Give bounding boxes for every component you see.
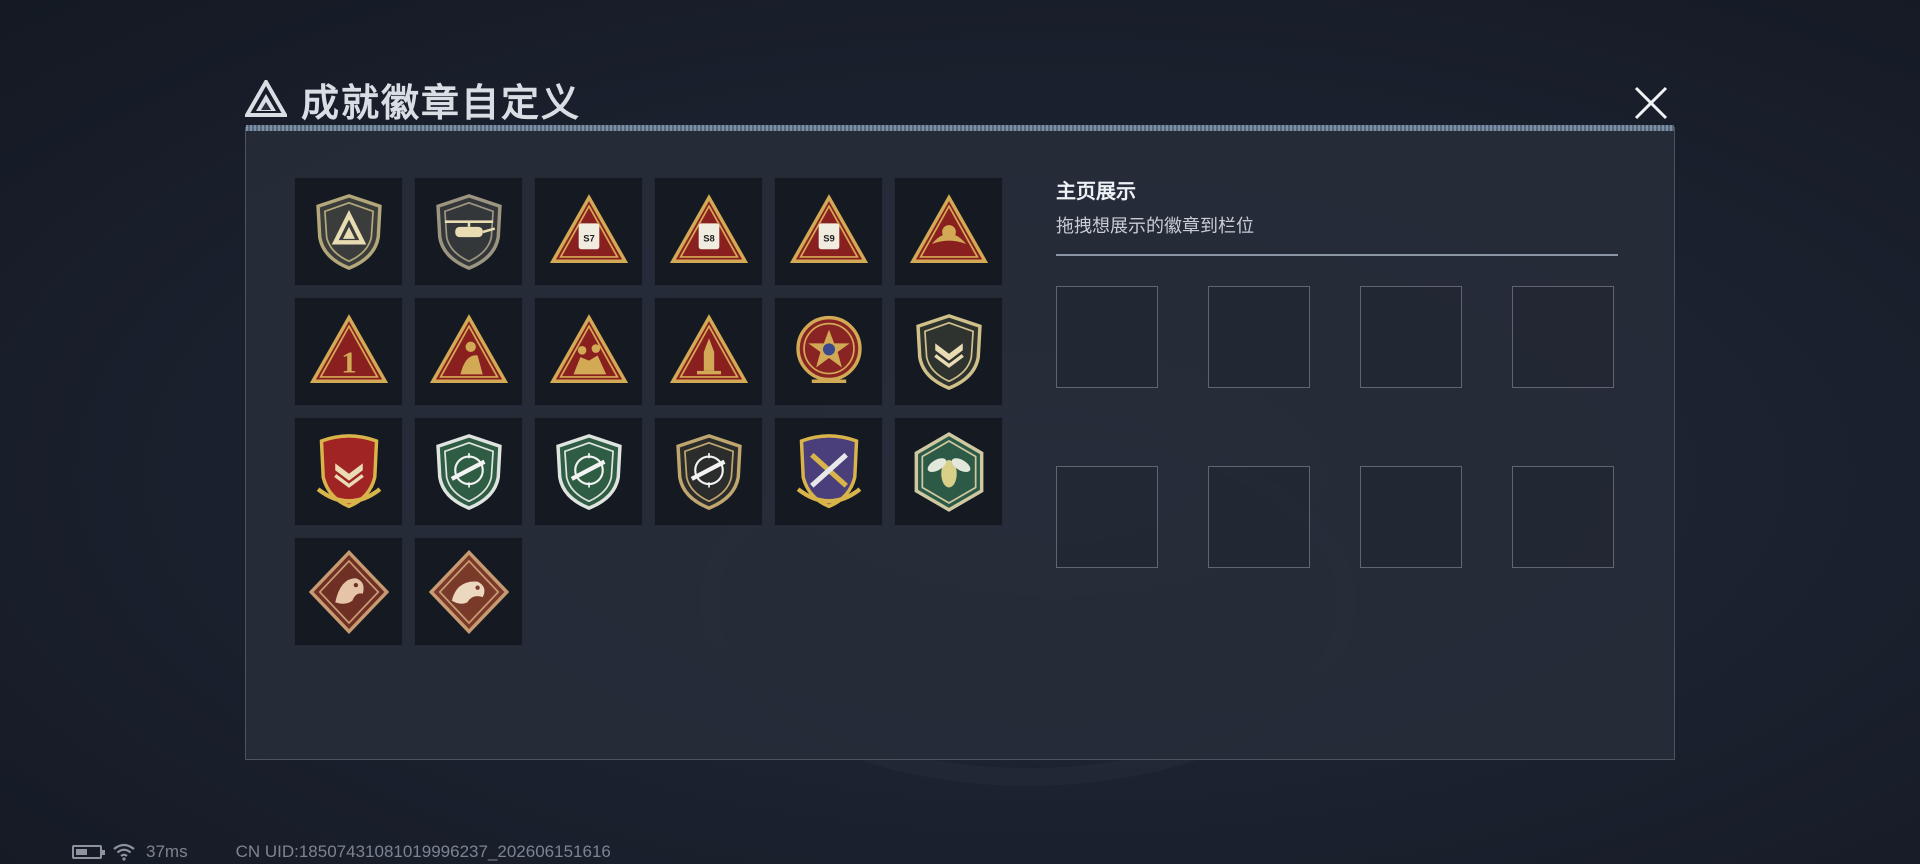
showcase-section: 主页展示 拖拽想展示的徽章到栏位 <box>1056 175 1618 256</box>
showcase-slot-5[interactable] <box>1056 466 1158 568</box>
badge-slot[interactable] <box>774 297 883 406</box>
s8-triangle-badge-icon: S8 <box>669 193 748 263</box>
triangle-logo-icon <box>245 80 287 117</box>
badge-slot[interactable]: S9 <box>774 177 883 286</box>
showcase-slot-3[interactable] <box>1360 286 1462 388</box>
showcase-title: 主页展示 <box>1056 181 1136 203</box>
showcase-subtitle: 拖拽想展示的徽章到栏位 <box>1056 216 1254 236</box>
crossed-arms-purple-badge-icon <box>796 433 861 508</box>
wifi-icon <box>113 843 135 861</box>
badge-slot[interactable] <box>294 537 403 646</box>
showcase-slot-8[interactable] <box>1512 466 1614 568</box>
showcase-slot-1[interactable] <box>1056 286 1158 388</box>
dragon-diamond-badge-icon <box>308 549 389 634</box>
rifle-crosshair-green-badge-2-icon <box>555 433 622 510</box>
svg-text:S7: S7 <box>583 233 595 244</box>
badge-slot[interactable] <box>414 537 523 646</box>
status-footer: 37ms CN UID:18507431081019996237_2026061… <box>72 842 611 862</box>
badge-slot[interactable] <box>774 417 883 526</box>
badge-slot[interactable] <box>294 417 403 526</box>
close-icon[interactable] <box>1628 80 1674 126</box>
badge-grid: S7 S8 S9 1 <box>294 177 1003 646</box>
rifle-crosshair-dark-badge-icon <box>675 433 742 510</box>
soldier-triangle-badge-icon <box>429 313 508 383</box>
showcase-divider <box>1056 254 1618 256</box>
badge-slot[interactable] <box>894 177 1003 286</box>
badge-slot[interactable] <box>414 177 523 286</box>
badge-slot[interactable] <box>294 177 403 286</box>
s7-triangle-badge-icon: S7 <box>549 193 628 263</box>
badge-slot[interactable] <box>654 297 763 406</box>
number-one-triangle-badge-icon: 1 <box>309 313 388 383</box>
squad-triangle-badge-icon <box>549 313 628 383</box>
svg-text:S8: S8 <box>703 233 715 244</box>
showcase-slots <box>1056 286 1614 568</box>
panel-top-bar <box>246 125 1674 131</box>
eagle-triangle-badge-icon <box>909 193 988 263</box>
hornet-hexagon-badge-icon <box>914 431 983 512</box>
rifle-crosshair-green-badge-icon <box>435 433 502 510</box>
badge-slot[interactable] <box>414 297 523 406</box>
showcase-slot-2[interactable] <box>1208 286 1310 388</box>
badge-slot[interactable] <box>414 417 523 526</box>
badge-slot[interactable] <box>654 417 763 526</box>
badge-slot[interactable]: 1 <box>294 297 403 406</box>
s9-triangle-badge-icon: S9 <box>789 193 868 263</box>
showcase-slot-6[interactable] <box>1208 466 1310 568</box>
star-medal-badge-icon <box>795 315 862 383</box>
badge-slot[interactable]: S8 <box>654 177 763 286</box>
dialog-panel: S7 S8 S9 1 主页展示 拖拽想展示的徽章到栏位 <box>245 125 1675 760</box>
winged-shield-gold-badge-icon <box>316 433 381 508</box>
page-title: 成就徽章自定义 <box>301 82 582 125</box>
badge-slot[interactable] <box>894 297 1003 406</box>
uid-text: CN UID:18507431081019996237_202606151616 <box>235 842 611 861</box>
badge-slot[interactable] <box>894 417 1003 526</box>
serpent-diamond-badge-icon <box>428 549 509 634</box>
svg-text:1: 1 <box>341 344 356 379</box>
showcase-slot-7[interactable] <box>1360 466 1462 568</box>
showcase-slot-4[interactable] <box>1512 286 1614 388</box>
shield-triangle-logo-badge-icon <box>315 193 382 270</box>
svg-text:S9: S9 <box>823 233 835 244</box>
badge-slot[interactable] <box>534 297 643 406</box>
chevron-shield-badge-icon <box>915 313 982 390</box>
battery-icon <box>72 845 105 859</box>
dialog-header: 成就徽章自定义 <box>245 74 582 125</box>
rocket-triangle-badge-icon <box>669 313 748 383</box>
badge-slot[interactable]: S7 <box>534 177 643 286</box>
helicopter-shield-badge-icon <box>435 193 502 270</box>
ping-value: 37ms <box>146 842 188 861</box>
badge-slot[interactable] <box>534 417 643 526</box>
